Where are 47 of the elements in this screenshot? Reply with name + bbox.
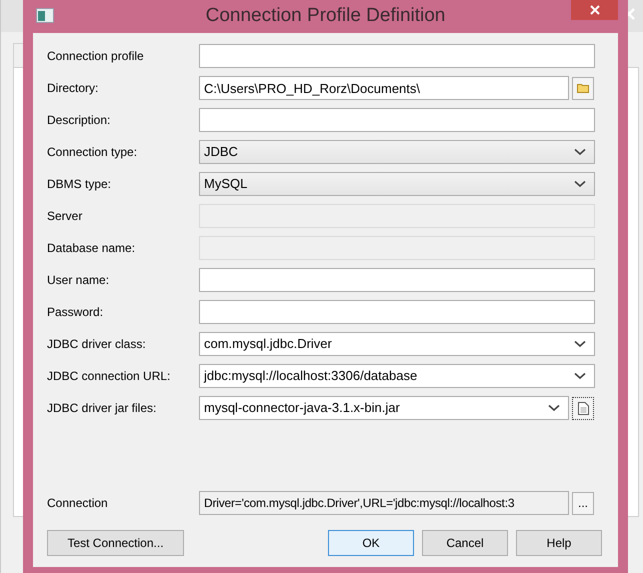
dropdown-value: JDBC xyxy=(204,143,238,162)
close-icon xyxy=(590,5,600,15)
combo-box[interactable]: jdbc:mysql://localhost:3306/database xyxy=(199,364,595,388)
combo-box[interactable]: mysql-connector-java-3.1.x-bin.jar xyxy=(199,396,569,420)
dropdown[interactable]: MySQL xyxy=(199,172,595,196)
field-label: Password: xyxy=(47,304,104,321)
combo-box[interactable]: com.mysql.jdbc.Driver xyxy=(199,332,595,356)
text-field[interactable]: C:\Users\PRO_HD_Rorz\Documents\ xyxy=(199,76,569,100)
app-icon xyxy=(36,8,54,23)
combo-value: mysql-connector-java-3.1.x-bin.jar xyxy=(204,399,400,418)
dialog-button[interactable]: OK xyxy=(328,530,414,556)
folder-icon xyxy=(577,83,589,93)
dropdown[interactable]: JDBC xyxy=(199,140,595,164)
close-button[interactable] xyxy=(571,0,618,20)
text-field[interactable] xyxy=(199,108,595,132)
field-label: User name: xyxy=(47,272,110,289)
dialog-button[interactable]: Test Connection... xyxy=(47,530,184,556)
chevron-down-icon xyxy=(574,148,586,156)
dialog-button[interactable]: Cancel xyxy=(422,530,508,556)
field-label: JDBC driver jar files: xyxy=(47,400,158,417)
field-label: Connection type: xyxy=(47,144,138,161)
chevron-down-icon xyxy=(548,404,560,412)
field-label: JDBC connection URL: xyxy=(47,368,172,385)
chevron-down-icon xyxy=(574,180,586,188)
browse-button[interactable] xyxy=(572,76,594,100)
field-label: JDBC driver class: xyxy=(47,336,147,353)
ellipsis-button[interactable]: ... xyxy=(572,492,594,514)
combo-value: com.mysql.jdbc.Driver xyxy=(204,335,332,354)
file-button[interactable] xyxy=(572,396,594,420)
chevron-down-icon xyxy=(574,372,586,380)
document-icon xyxy=(578,402,588,414)
dialog-title: Connection Profile Definition xyxy=(206,4,446,28)
text-field[interactable] xyxy=(199,268,595,292)
dialog-button[interactable]: Help xyxy=(516,530,602,556)
field-label: Server xyxy=(47,208,84,225)
dropdown-value: MySQL xyxy=(204,175,248,194)
field-label: Connection xyxy=(47,495,109,512)
text-field[interactable] xyxy=(199,44,595,68)
field-label: DBMS type: xyxy=(47,176,112,193)
chevron-down-icon xyxy=(574,340,586,348)
field-label: Description: xyxy=(47,112,112,129)
combo-value: jdbc:mysql://localhost:3306/database xyxy=(204,367,418,386)
field-label: Database name: xyxy=(47,240,136,257)
field-label: Directory: xyxy=(47,80,100,97)
text-field[interactable] xyxy=(199,300,595,324)
connection-string-field[interactable]: Driver='com.mysql.jdbc.Driver',URL='jdbc:mysql://localhost:3 xyxy=(199,491,569,515)
field-label: Connection profile xyxy=(47,48,145,65)
